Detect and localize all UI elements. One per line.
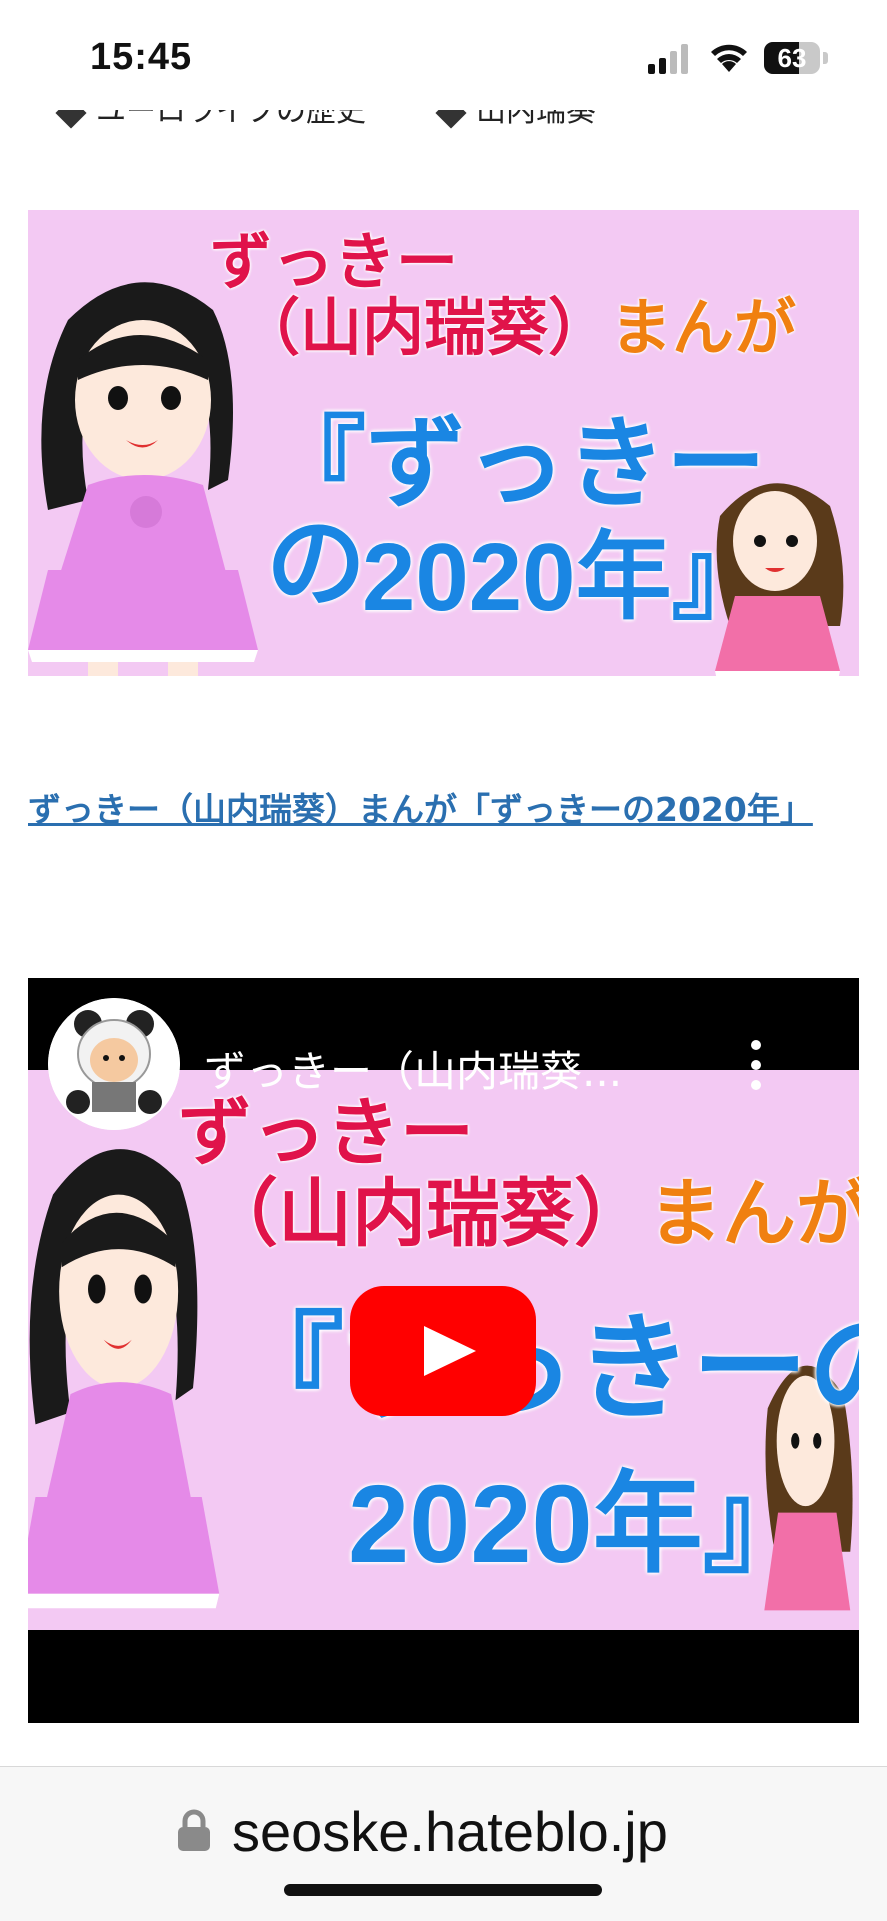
panda-avatar-icon <box>48 998 180 1130</box>
girl-illustration-left <box>28 282 258 676</box>
video-line1: ずっきー <box>178 1091 474 1174</box>
banner-line2: （山内瑞葵）まんが <box>238 296 796 362</box>
battery-percent: 63 <box>777 43 807 73</box>
home-indicator[interactable] <box>284 1884 602 1896</box>
signal-icon <box>648 44 692 74</box>
more-vertical-icon[interactable] <box>746 1038 766 1092</box>
status-bar: 15:45 63 <box>0 0 887 110</box>
video-line2-name: （山内瑞葵） <box>204 1172 648 1255</box>
video-line3: 『ずっきーの <box>228 1303 859 1433</box>
banner-line2-manga: まんが <box>610 294 797 363</box>
lock-icon <box>178 1809 210 1851</box>
url-text[interactable]: seoske.hateblo.jp <box>232 1799 668 1864</box>
article-link[interactable]: ずっきー（山内瑞葵）まんが「ずっきーの2020年」 <box>28 762 858 858</box>
wifi-icon <box>711 44 747 72</box>
girl-illustration-left <box>28 1149 220 1609</box>
banner-line4: 2020年』 <box>362 524 768 631</box>
banner-line1: ずっきー <box>210 228 459 297</box>
battery-cap <box>823 52 828 64</box>
channel-avatar[interactable] <box>48 998 180 1130</box>
status-time: 15:45 <box>90 36 193 78</box>
article-banner-image[interactable]: ずっきー （山内瑞葵）まんが 『ずっきーの 2020年』 <box>28 210 859 676</box>
banner-line2-name: （山内瑞葵） <box>238 294 611 363</box>
youtube-embed[interactable]: ずっきー （山内瑞葵）まんが 『ずっきーの 2020年』 ずっきー（山内瑞葵..… <box>28 978 859 1723</box>
browser-address-bar[interactable]: seoske.hateblo.jp <box>0 1766 887 1921</box>
video-line2-manga: まんが <box>648 1172 859 1255</box>
video-line4: 2020年』 <box>348 1463 813 1586</box>
battery-icon: 63 <box>764 42 820 74</box>
video-title[interactable]: ずっきー（山内瑞葵... <box>204 1038 622 1099</box>
video-line2: （山内瑞葵）まんが <box>204 1174 859 1254</box>
play-icon[interactable] <box>350 1286 536 1416</box>
